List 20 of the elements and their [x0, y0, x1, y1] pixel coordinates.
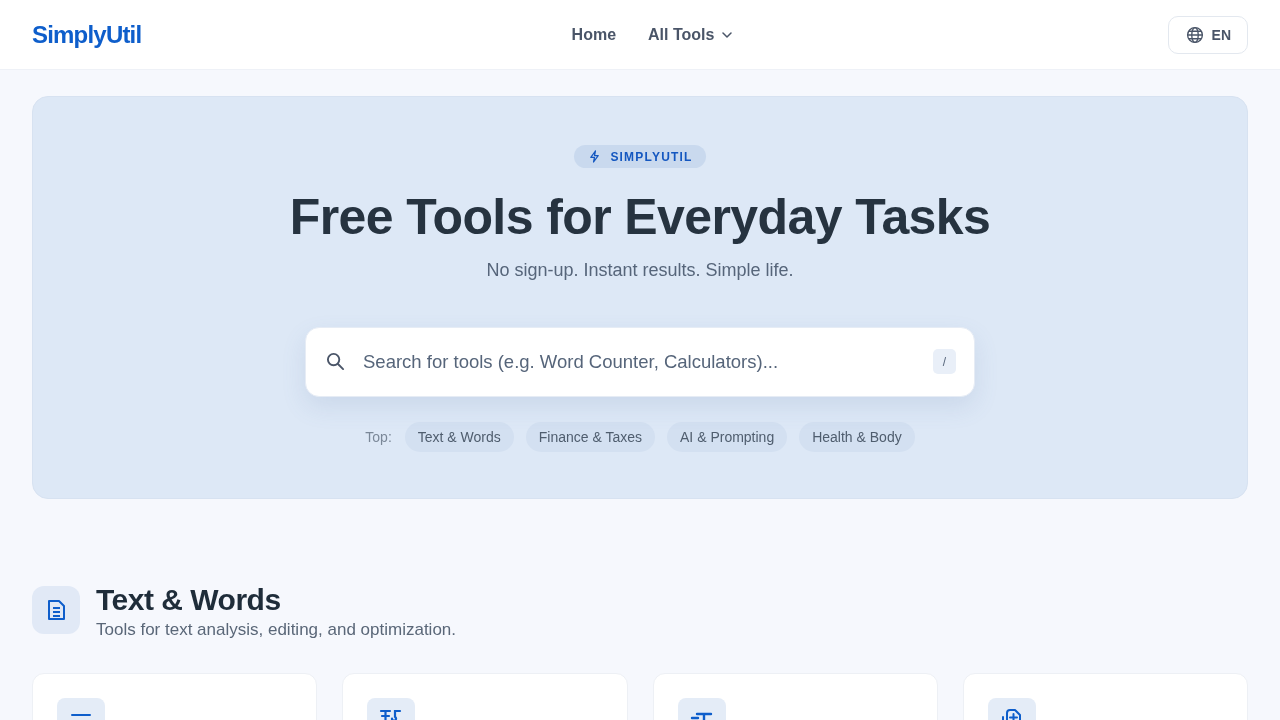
- nav-link[interactable]: Home: [571, 25, 617, 44]
- search-icon: [326, 352, 345, 371]
- top-label: Top:: [365, 429, 392, 445]
- chevron-down-icon: [722, 31, 733, 38]
- logo-link[interactable]: SimplyUtil: [32, 20, 142, 49]
- shortcut-key: /: [933, 349, 956, 374]
- section-subtitle: Tools for text analysis, editing, and optimization.: [96, 620, 457, 640]
- category-chip[interactable]: Health & Body: [799, 422, 915, 452]
- document-icon: [32, 586, 80, 634]
- hero-subtitle: No sign-up. Instant results. Simple life.: [486, 259, 794, 282]
- hero-title: Free Tools for Everyday Tasks: [289, 188, 991, 246]
- language-button[interactable]: EN: [1167, 15, 1248, 54]
- nav-link[interactable]: All Tools: [648, 25, 733, 44]
- brand-badge: SIMPLYUTIL: [574, 145, 706, 168]
- section-title: Text & Words: [96, 586, 282, 614]
- category-chip[interactable]: Finance & Taxes: [525, 422, 656, 452]
- category-chip[interactable]: Text & Words: [404, 422, 514, 452]
- lightning-icon: [589, 150, 601, 163]
- globe-icon: [1185, 25, 1204, 44]
- category-chip[interactable]: AI & Prompting: [667, 422, 788, 452]
